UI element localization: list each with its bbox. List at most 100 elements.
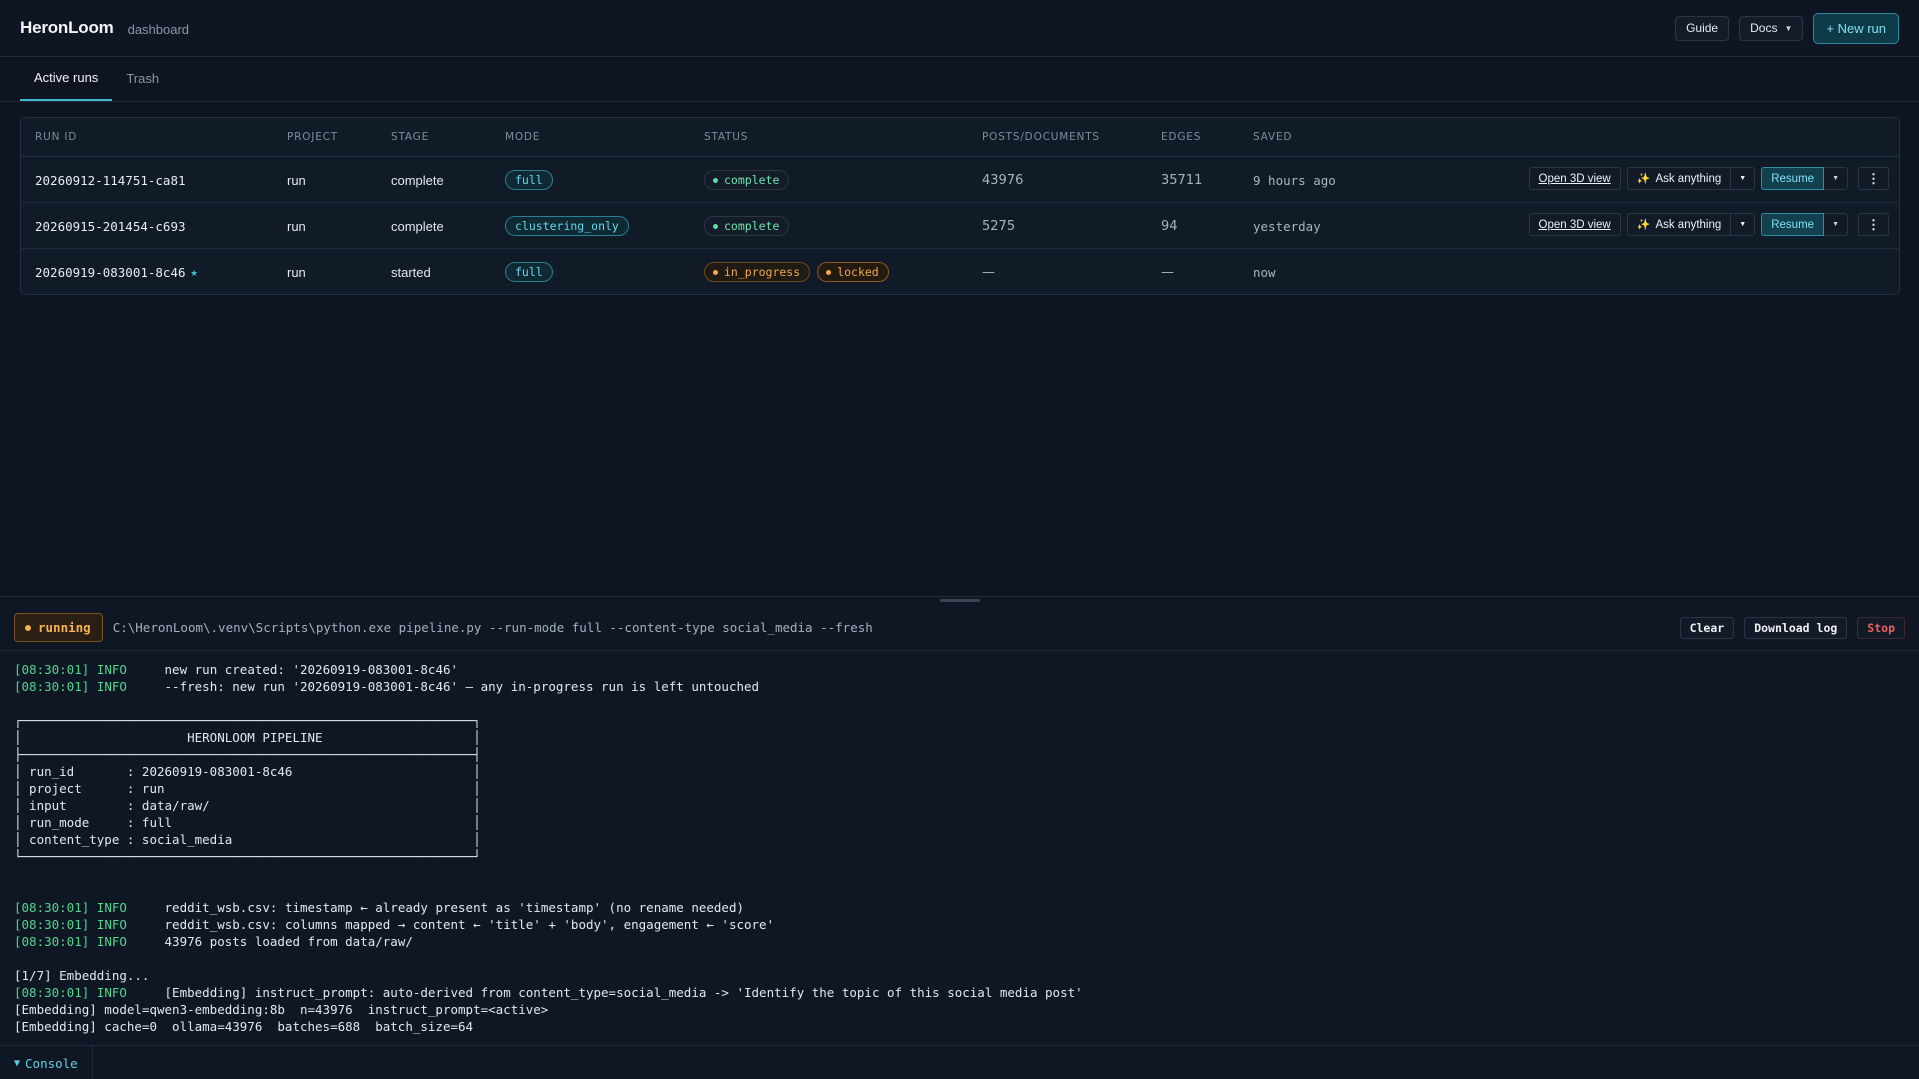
log-line: │ input : data/raw/ │ — [14, 798, 481, 813]
log-line: [08:30:01] INFO 43976 posts loaded from … — [14, 933, 1904, 950]
ask-anything-split: ✨ Ask anything ▼ — [1626, 213, 1756, 236]
saved-cell: now — [1253, 264, 1276, 280]
caret-down-icon: ▼ — [1832, 175, 1839, 182]
log-level: INFO — [89, 679, 127, 694]
posts-cell: 43976 — [982, 172, 1024, 188]
guide-button[interactable]: Guide — [1675, 15, 1730, 41]
run-id[interactable]: 20260912-114751-ca81 — [35, 157, 186, 203]
sparkle-icon: ✨ — [1636, 219, 1651, 231]
tab-trash[interactable]: Trash — [112, 56, 173, 101]
clear-button[interactable]: Clear — [1679, 616, 1735, 639]
column-header-mode[interactable]: MODE — [505, 131, 540, 143]
resume-split: Resume ▼ — [1761, 213, 1848, 236]
log-blank-line — [14, 695, 1904, 712]
column-header-status[interactable]: STATUS — [704, 131, 748, 143]
column-header-project[interactable]: PROJECT — [287, 131, 338, 143]
log-message: reddit_wsb.csv: columns mapped → content… — [126, 917, 775, 932]
star-icon: ★ — [190, 265, 198, 279]
saved-cell: yesterday — [1253, 218, 1321, 234]
tab-active-runs[interactable]: Active runs — [20, 56, 113, 101]
status-text: complete — [724, 219, 780, 233]
column-header-saved[interactable]: SAVED — [1253, 131, 1292, 143]
edges-cell: 35711 — [1161, 172, 1203, 188]
resume-button[interactable]: Resume — [1761, 167, 1825, 190]
table-row[interactable]: 20260915-201454-c693 run complete cluste… — [21, 203, 1899, 249]
lock-dot-icon — [826, 269, 832, 275]
log-line: │ run_id : 20260919-083001-8c46 │ — [14, 764, 481, 779]
caret-down-icon: ▼ — [1739, 175, 1747, 182]
download-log-button[interactable]: Download log — [1744, 616, 1848, 639]
open-3d-label: Open 3D view — [1538, 218, 1611, 231]
status-badge: in_progress — [704, 262, 811, 282]
page-subtitle: dashboard — [127, 21, 190, 37]
header-actions: Guide Docs ▼ + New run — [1675, 12, 1899, 44]
ask-anything-menu-button[interactable]: ▼ — [1731, 167, 1756, 190]
log-message: [Embedding] instruct_prompt: auto-derive… — [126, 985, 1083, 1000]
stage-cell: complete — [391, 218, 444, 234]
table-row[interactable]: 20260912-114751-ca81 run complete full c… — [21, 157, 1899, 203]
log-level: INFO — [89, 934, 127, 949]
log-line: [1/7] Embedding... — [14, 968, 150, 983]
log-line: ├───────────────────────────────────────… — [14, 747, 481, 762]
log-level: INFO — [89, 900, 127, 915]
column-header-posts[interactable]: POSTS/DOCUMENTS — [982, 131, 1100, 143]
console-toolbar: running C:\HeronLoom\.venv\Scripts\pytho… — [0, 605, 1919, 651]
log-line: │ run_mode : full │ — [14, 815, 481, 830]
ask-anything-button[interactable]: ✨ Ask anything — [1626, 167, 1732, 190]
row-actions: Open 3D view ✨ Ask anything ▼ Resume ▼ ⋮ — [1528, 167, 1889, 190]
console-footer: ▼ Console — [0, 1045, 1919, 1079]
ask-anything-menu-button[interactable]: ▼ — [1731, 213, 1756, 236]
status-cell: complete — [704, 203, 790, 249]
mode-badge: full — [505, 262, 553, 282]
clear-label: Clear — [1689, 620, 1725, 635]
run-id[interactable]: 20260919-083001-8c46 ★ — [35, 249, 198, 295]
log-timestamp: [08:30:01] — [14, 900, 90, 915]
ask-label: Ask anything — [1655, 218, 1722, 231]
resize-handle[interactable] — [940, 599, 980, 602]
log-line: │ content_type : social_media │ — [14, 832, 481, 847]
locked-text: locked — [837, 265, 879, 279]
running-dot-icon — [25, 624, 31, 631]
resume-button[interactable]: Resume — [1761, 213, 1825, 236]
docs-dropdown-button[interactable]: Docs ▼ — [1739, 15, 1804, 41]
status-cell: complete — [704, 157, 790, 203]
tab-label: Trash — [126, 71, 160, 86]
column-header-edges[interactable]: EDGES — [1161, 131, 1201, 143]
resume-menu-button[interactable]: ▼ — [1824, 167, 1848, 190]
mode-badge: full — [505, 170, 553, 190]
new-run-button[interactable]: + New run — [1813, 12, 1899, 44]
open-3d-view-button[interactable]: Open 3D view — [1528, 213, 1621, 236]
run-id-text: 20260919-083001-8c46 — [35, 264, 186, 280]
ask-label: Ask anything — [1655, 172, 1722, 185]
log-level: INFO — [89, 985, 127, 1000]
tab-bar: Active runs Trash — [0, 57, 1919, 102]
stage-cell: complete — [391, 172, 444, 188]
log-line: ┌───────────────────────────────────────… — [14, 713, 481, 728]
table-row[interactable]: 20260919-083001-8c46 ★ run started full … — [21, 249, 1899, 295]
stop-button[interactable]: Stop — [1857, 616, 1905, 639]
resume-menu-button[interactable]: ▼ — [1824, 213, 1848, 236]
run-id[interactable]: 20260915-201454-c693 — [35, 203, 186, 249]
kebab-icon: ⋮ — [1867, 216, 1880, 232]
more-options-button[interactable]: ⋮ — [1858, 167, 1889, 190]
running-status-badge: running — [14, 613, 103, 642]
log-line: [08:30:01] INFO new run created: '202609… — [14, 661, 1904, 678]
log-line: └───────────────────────────────────────… — [14, 849, 481, 864]
log-timestamp: [08:30:01] — [14, 679, 90, 694]
resume-label: Resume — [1771, 172, 1815, 185]
triangle-down-icon: ▼ — [14, 1057, 21, 1069]
log-level: INFO — [89, 917, 127, 932]
column-header-stage[interactable]: STAGE — [391, 131, 429, 143]
status-text: complete — [724, 173, 780, 187]
console-toggle-label: Console — [25, 1055, 78, 1071]
console-log[interactable]: [08:30:01] INFO new run created: '202609… — [14, 661, 1904, 1036]
console-toggle-button[interactable]: ▼ Console — [0, 1045, 93, 1079]
status-badge: complete — [704, 170, 790, 190]
open-3d-view-button[interactable]: Open 3D view — [1528, 167, 1621, 190]
console-panel: running C:\HeronLoom\.venv\Scripts\pytho… — [0, 596, 1919, 1079]
brand-logo[interactable]: HeronLoom — [20, 18, 114, 38]
caret-down-icon: ▼ — [1784, 23, 1793, 33]
more-options-button[interactable]: ⋮ — [1858, 213, 1889, 236]
ask-anything-button[interactable]: ✨ Ask anything — [1626, 213, 1732, 236]
column-header-run-id[interactable]: RUN ID — [35, 131, 77, 143]
